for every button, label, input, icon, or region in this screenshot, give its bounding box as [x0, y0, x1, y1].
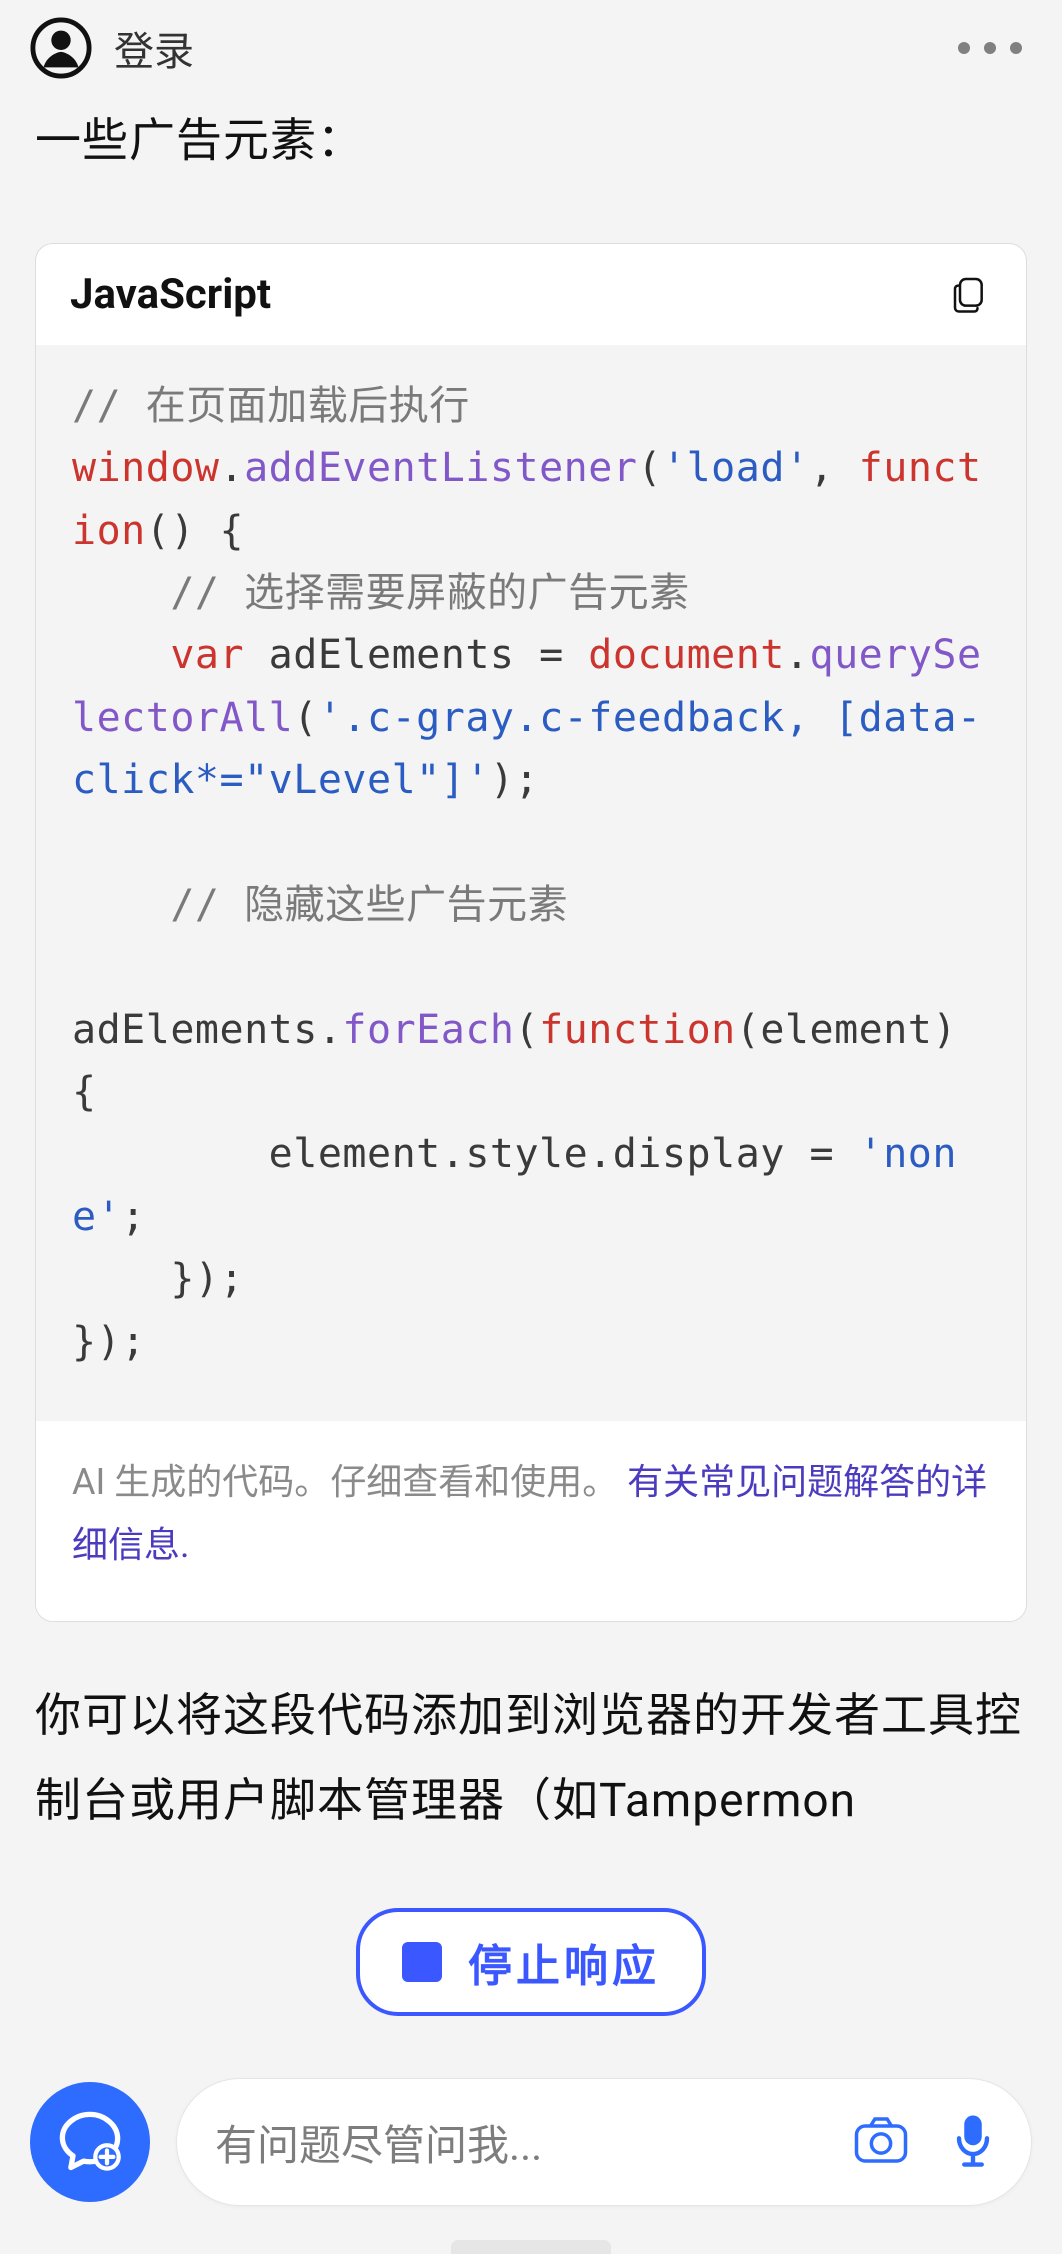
chat-input[interactable]: 有问题尽管问我...	[176, 2078, 1032, 2206]
login-link[interactable]: 登录	[114, 19, 194, 77]
code-text: window	[72, 445, 220, 491]
link-dot: .	[180, 1524, 190, 1566]
stop-response-button[interactable]: 停止响应	[356, 1908, 706, 2016]
code-text: .	[220, 445, 245, 491]
message-text: 你可以将这段代码添加到浏览器的开发者工具控制台或用户脚本管理器（如Tamperm…	[35, 1674, 1027, 1844]
code-text: () {	[146, 508, 244, 554]
code-block: JavaScript // 在页面加载后执行 window.addEventLi…	[35, 243, 1027, 1622]
code-text: forEach	[342, 1007, 514, 1053]
code-text	[72, 882, 170, 928]
mic-icon[interactable]	[949, 2112, 997, 2172]
code-text: var	[170, 632, 244, 678]
code-text: function	[539, 1007, 736, 1053]
code-language-label: JavaScript	[70, 270, 271, 319]
code-text: ,	[810, 445, 859, 491]
code-text: // 在页面加载后执行	[72, 383, 470, 429]
code-text: adElements =	[244, 632, 588, 678]
camera-icon[interactable]	[853, 2112, 909, 2172]
code-text: (	[514, 1007, 539, 1053]
copy-button[interactable]	[948, 272, 992, 316]
code-text: });	[72, 1256, 244, 1302]
code-text: (	[293, 695, 318, 741]
code-text: document	[588, 632, 785, 678]
topbar-left: 登录	[30, 17, 194, 79]
code-body: // 在页面加载后执行 window.addEventListener('loa…	[36, 345, 1026, 1421]
code-text: addEventListener	[244, 445, 637, 491]
stop-icon	[402, 1942, 442, 1982]
code-text: // 选择需要屏蔽的广告元素	[170, 570, 689, 616]
stop-response-label: 停止响应	[468, 1930, 660, 1994]
code-text	[72, 632, 170, 678]
code-text: });	[72, 1319, 146, 1365]
code-text	[72, 570, 170, 616]
input-icons	[853, 2112, 997, 2172]
code-text: (	[637, 445, 662, 491]
ai-code-note: AI 生成的代码。仔细查看和使用。	[72, 1461, 627, 1503]
more-icon[interactable]	[958, 42, 1022, 54]
bottom-bar: 有问题尽管问我...	[0, 2078, 1062, 2206]
chat-input-placeholder: 有问题尽管问我...	[215, 2112, 853, 2173]
code-footer: AI 生成的代码。仔细查看和使用。 有关常见问题解答的详细信息.	[36, 1421, 1026, 1621]
code-text: // 隐藏这些广告元素	[170, 882, 568, 928]
code-text: );	[490, 757, 539, 803]
message-text-partial: 一些广告元素：	[35, 100, 1027, 183]
code-text: element.style.display =	[72, 1131, 859, 1177]
code-text: adElements.	[72, 1007, 342, 1053]
code-text: 'load'	[662, 445, 810, 491]
avatar-icon[interactable]	[30, 17, 92, 79]
new-chat-button[interactable]	[30, 2082, 150, 2202]
top-bar: 登录	[0, 0, 1062, 96]
code-text: ;	[121, 1194, 146, 1240]
bottom-peek	[451, 2240, 611, 2254]
code-header: JavaScript	[36, 244, 1026, 345]
code-text: .	[785, 632, 810, 678]
